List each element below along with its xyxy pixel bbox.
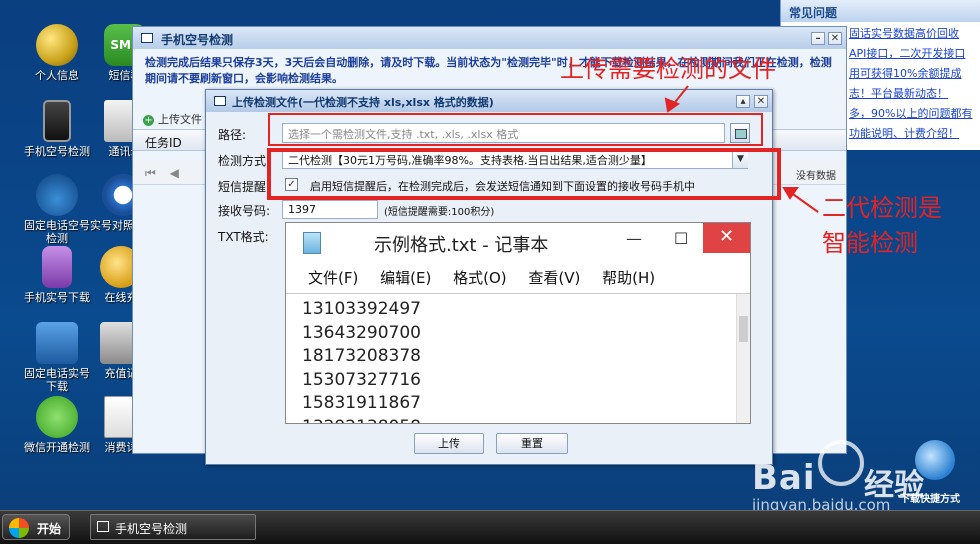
taskbar: 开始 手机空号检测: [0, 510, 980, 544]
receiver-label: 接收号码:: [218, 204, 271, 218]
first-page-icon[interactable]: ⏮: [145, 166, 156, 181]
shortcut-download-label[interactable]: 下载快捷方式: [900, 490, 960, 505]
window-icon: [141, 33, 153, 43]
minimize-icon: —: [626, 229, 642, 248]
dialog-title: 上传检测文件(一代检测不支持 xls,xlsx 格式的数据): [232, 96, 494, 109]
dialog-titlebar[interactable]: 上传检测文件(一代检测不支持 xls,xlsx 格式的数据) ▴ ✕: [206, 90, 772, 112]
scroll-thumb: [739, 316, 748, 342]
desktop-icon-mobile-check[interactable]: 手机空号检测: [22, 100, 92, 158]
notepad-icon: [303, 232, 321, 254]
menu-edit: 编辑(E): [380, 269, 432, 287]
faq-link[interactable]: 多，90%以上的问题都有: [849, 104, 980, 124]
desktop-icon-label: 固定电话实号下载: [24, 367, 90, 393]
phone-line: 13643290700: [302, 322, 421, 343]
windows-logo-icon: [9, 518, 29, 538]
phone-line: 18173208378: [302, 346, 421, 366]
window-icon: [97, 521, 109, 532]
menu-view: 查看(V): [528, 269, 581, 287]
baidu-paw-icon: [818, 440, 864, 486]
desktop-icon-landline-check[interactable]: 固定电话空号检测: [22, 174, 92, 245]
dialog-icon: [214, 96, 226, 106]
start-button[interactable]: 开始: [2, 514, 70, 540]
faq-link[interactable]: 功能说明、计费介绍！: [849, 124, 980, 144]
faq-link[interactable]: 志！平台最新动态！: [849, 84, 980, 104]
wechat-icon: [36, 396, 78, 438]
annotation-box-path: [268, 113, 763, 146]
phone-line: 15307327716: [302, 369, 421, 390]
window-title: 手机空号检测: [161, 33, 234, 47]
annotation-box-method: [267, 148, 781, 200]
keys-icon: [36, 24, 78, 66]
notepad-sample: 示例格式.txt - 记事本 — ☐ ✕ 文件(F) 编辑(E) 格式(O) 查…: [285, 222, 751, 424]
desktop-icon-label: 手机空号检测: [24, 145, 90, 158]
upload-button[interactable]: 上传: [414, 433, 484, 454]
menu-format: 格式(O): [453, 269, 507, 287]
maximize-icon: ☐: [674, 229, 689, 248]
faq-link[interactable]: API接口，二次开发接口: [849, 44, 980, 64]
phone-line: 13103392497: [302, 299, 421, 319]
close-icon: ✕: [703, 223, 750, 253]
no-data-text: 没有数据: [796, 171, 836, 182]
desktop-icon-wechat-check[interactable]: 微信开通检测: [22, 396, 92, 454]
faq-link[interactable]: 固话实号数据高价回收: [849, 24, 980, 44]
phone-line: 13292138058: [302, 416, 750, 424]
window-titlebar[interactable]: 手机空号检测 – ✕: [133, 27, 846, 49]
path-label: 路径:: [218, 128, 247, 142]
faq-title: 常见问题: [781, 0, 980, 22]
start-label: 开始: [37, 522, 62, 536]
desktop-icon-landline-download[interactable]: 固定电话实号下载: [22, 322, 92, 393]
annotation-right-line2: 智能检测: [822, 229, 918, 257]
baidu-brand-text: Bai: [752, 458, 816, 498]
faq-link[interactable]: 用可获得10%余额提成: [849, 64, 980, 84]
telephone-icon: [36, 174, 78, 216]
taskbar-item-label: 手机空号检测: [115, 522, 188, 536]
fixed-phone-icon: [36, 322, 78, 364]
annotation-right-line1: 二代检测是: [822, 194, 942, 222]
close-button[interactable]: ✕: [828, 32, 842, 45]
desktop-icon-mobile-download[interactable]: 手机实号下载: [22, 246, 92, 304]
notepad-scrollbar: [736, 294, 750, 423]
taskbar-item-mobile-check[interactable]: 手机空号检测: [90, 514, 256, 540]
add-icon: +: [143, 115, 154, 126]
upload-file-button[interactable]: 上传文件: [158, 113, 202, 126]
minimize-button[interactable]: –: [811, 32, 825, 45]
notepad-title: 示例格式.txt - 记事本: [374, 235, 549, 256]
notepad-menubar: 文件(F) 编辑(E) 格式(O) 查看(V) 帮助(H): [286, 261, 750, 293]
phone-line: 15831911867: [302, 393, 421, 413]
reset-button[interactable]: 重置: [496, 433, 568, 454]
desktop-icon-label: 微信开通检测: [24, 441, 90, 454]
desktop-icon-label: 手机实号下载: [24, 291, 90, 304]
desktop-icon-label: 个人信息: [35, 69, 79, 82]
column-task-id[interactable]: 任务ID: [145, 136, 182, 150]
prev-page-icon[interactable]: ◀: [170, 166, 179, 180]
dialog-collapse-button[interactable]: ▴: [736, 95, 750, 108]
menu-help: 帮助(H): [602, 269, 656, 287]
mobile-phone-icon: [42, 246, 72, 288]
receiver-input[interactable]: 1397: [282, 200, 378, 219]
notepad-titlebar: 示例格式.txt - 记事本 — ☐ ✕: [286, 223, 750, 261]
txt-format-label: TXT格式:: [218, 230, 269, 244]
sms-label: 短信提醒: [218, 180, 267, 194]
shortcut-download-icon[interactable]: [915, 440, 955, 480]
dialog-close-button[interactable]: ✕: [754, 95, 768, 108]
desktop-icon-personal-info[interactable]: 个人信息: [22, 24, 92, 82]
desktop-icon-label: 固定电话空号检测: [24, 219, 90, 245]
receiver-hint: (短信提醒需要:100积分): [384, 207, 495, 218]
annotation-top-note: 上传需要检测的文件: [560, 55, 776, 83]
method-label: 检测方式: [218, 154, 267, 168]
notepad-content: 13103392497 13643290700 18173208378 1530…: [286, 293, 750, 424]
phone-icon: [43, 100, 71, 142]
menu-file: 文件(F): [308, 269, 359, 287]
